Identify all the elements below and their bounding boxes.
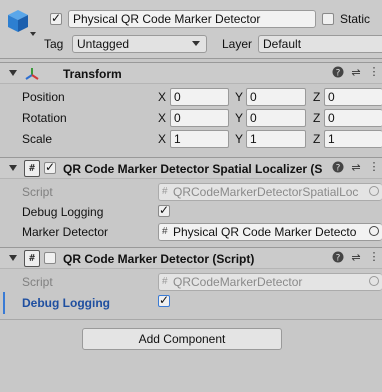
spatial-localizer-enabled-checkbox[interactable] (44, 160, 56, 174)
debug-logging-label: Debug Logging (22, 296, 110, 310)
detector-enabled-checkbox[interactable] (44, 252, 56, 264)
object-picker-icon (369, 186, 379, 196)
help-icon[interactable]: ? (331, 251, 345, 265)
position-x-field[interactable]: 0 (170, 88, 229, 106)
static-label: Static (340, 12, 371, 26)
rotation-z-field[interactable]: 0 (324, 109, 382, 127)
script-file-icon: # (162, 186, 168, 197)
position-y-field[interactable]: 0 (246, 88, 306, 106)
selected-indicator-bar (3, 292, 5, 314)
script-hash-icon: # (24, 160, 40, 177)
foldout-arrow-icon[interactable] (9, 255, 17, 261)
transform-header[interactable]: Transform ? ⇌ ⋮ (0, 62, 382, 84)
svg-text:?: ? (336, 69, 341, 79)
script-hash-icon: # (24, 250, 40, 267)
svg-text:?: ? (336, 254, 341, 264)
static-checkbox[interactable] (322, 13, 334, 25)
debug-logging-checkbox[interactable] (158, 203, 170, 217)
script-label: Script (22, 185, 53, 199)
position-z-field[interactable]: 0 (324, 88, 382, 106)
rotation-y-field[interactable]: 0 (246, 109, 306, 127)
foldout-arrow-icon[interactable] (9, 165, 17, 171)
presets-icon[interactable]: ⇌ (349, 251, 363, 265)
spatial-localizer-body: Script # QRCodeMarkerDetectorSpatialLoc … (0, 180, 382, 244)
add-component-button[interactable]: Add Component (82, 328, 282, 350)
tag-dropdown[interactable]: Untagged (72, 35, 207, 53)
scale-label: Scale (22, 132, 53, 146)
script-field: # QRCodeMarkerDetectorSpatialLoc (158, 183, 382, 201)
help-icon[interactable]: ? (331, 66, 345, 80)
scale-x-field[interactable]: 1 (170, 130, 229, 148)
detector-header[interactable]: # QR Code Marker Detector (Script) ? ⇌ ⋮ (0, 247, 382, 269)
rotation-x-axis: X (158, 111, 167, 125)
position-x-axis: X (158, 90, 167, 104)
icon-dropdown-caret-icon[interactable] (30, 32, 36, 36)
spatial-localizer-header[interactable]: # QR Code Marker Detector Spatial Locali… (0, 157, 382, 179)
chevron-down-icon (192, 41, 200, 46)
tag-label: Tag (44, 37, 64, 51)
gameobject-header: Physical QR Code Marker Detector Static … (0, 0, 382, 59)
script-file-icon: # (162, 226, 168, 237)
script-file-icon: # (162, 276, 168, 287)
gameobject-name-field[interactable]: Physical QR Code Marker Detector (68, 10, 316, 28)
gameobject-cube-icon[interactable] (6, 8, 30, 34)
foldout-arrow-icon[interactable] (9, 70, 17, 76)
more-options-icon[interactable]: ⋮ (367, 65, 381, 79)
more-options-icon[interactable]: ⋮ (367, 250, 381, 264)
script-value: QRCodeMarkerDetectorSpatialLoc (173, 185, 359, 199)
divider (0, 319, 382, 320)
marker-detector-value: Physical QR Code Marker Detecto (173, 225, 357, 239)
debug-logging-checkbox[interactable] (158, 293, 170, 307)
scale-x-axis: X (158, 132, 167, 146)
transform-body: Position X 0 Y 0 Z 0 Rotation X 0 Y 0 Z … (0, 85, 382, 153)
gameobject-active-checkbox[interactable] (50, 11, 62, 25)
script-field: # QRCodeMarkerDetector (158, 273, 382, 291)
marker-detector-field[interactable]: # Physical QR Code Marker Detecto (158, 223, 382, 241)
rotation-y-axis: Y (235, 111, 244, 125)
position-label: Position (22, 90, 65, 104)
presets-icon[interactable]: ⇌ (349, 161, 363, 175)
spatial-localizer-title: QR Code Marker Detector Spatial Localize… (63, 162, 323, 176)
transform-title: Transform (63, 67, 122, 81)
scale-y-axis: Y (235, 132, 244, 146)
rotation-label: Rotation (22, 111, 67, 125)
script-value: QRCodeMarkerDetector (173, 275, 303, 289)
debug-logging-label: Debug Logging (22, 205, 104, 219)
position-y-axis: Y (235, 90, 244, 104)
detector-title: QR Code Marker Detector (Script) (63, 252, 255, 266)
help-icon[interactable]: ? (331, 161, 345, 175)
object-picker-icon (369, 276, 379, 286)
position-z-axis: Z (313, 90, 321, 104)
presets-icon[interactable]: ⇌ (349, 66, 363, 80)
rotation-x-field[interactable]: 0 (170, 109, 229, 127)
rotation-z-axis: Z (313, 111, 321, 125)
more-options-icon[interactable]: ⋮ (367, 160, 381, 174)
layer-label: Layer (222, 37, 253, 51)
detector-body: Script # QRCodeMarkerDetector Debug Logg… (0, 270, 382, 316)
scale-z-axis: Z (313, 132, 321, 146)
layer-dropdown[interactable]: Default (258, 35, 382, 53)
tag-value: Untagged (77, 37, 130, 51)
scale-z-field[interactable]: 1 (324, 130, 382, 148)
layer-value: Default (263, 37, 302, 51)
marker-detector-label: Marker Detector (22, 225, 109, 239)
script-label: Script (22, 275, 53, 289)
object-picker-icon[interactable] (369, 226, 379, 236)
svg-text:?: ? (336, 164, 341, 174)
transform-axes-icon (24, 66, 40, 82)
scale-y-field[interactable]: 1 (246, 130, 306, 148)
